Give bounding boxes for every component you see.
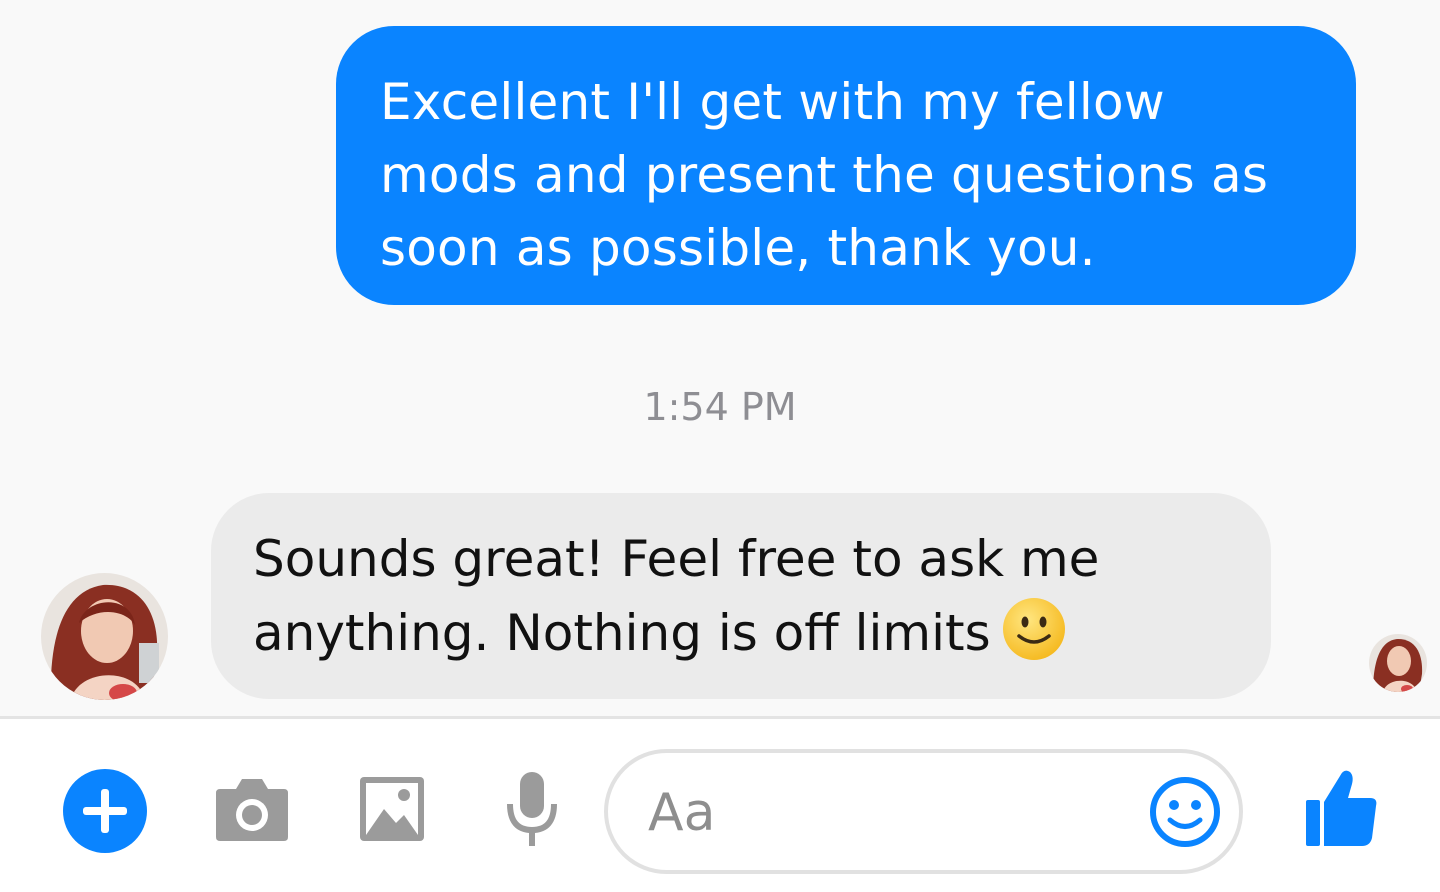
- microphone-icon[interactable]: [505, 770, 559, 848]
- camera-icon[interactable]: [214, 775, 290, 843]
- incoming-message-text: Sounds great! Feel free to ask me anythi…: [253, 530, 1100, 662]
- outgoing-message-text: Excellent I'll get with my fellow mods a…: [380, 73, 1269, 277]
- emoji-icon[interactable]: [1148, 775, 1222, 849]
- messenger-screen: Excellent I'll get with my fellow mods a…: [0, 0, 1440, 892]
- incoming-message-bubble[interactable]: Sounds great! Feel free to ask me anythi…: [211, 493, 1271, 699]
- message-timestamp: 1:54 PM: [643, 385, 797, 429]
- message-input[interactable]: Aa: [604, 749, 1243, 874]
- avatar-photo: [41, 573, 168, 700]
- read-receipt-avatar: [1369, 634, 1427, 692]
- read-receipt-photo: [1369, 634, 1427, 692]
- outgoing-message-bubble[interactable]: Excellent I'll get with my fellow mods a…: [336, 26, 1356, 305]
- image-icon[interactable]: [358, 775, 426, 843]
- plus-icon[interactable]: [63, 769, 147, 853]
- smiling-face-emoji-icon: [1001, 596, 1067, 662]
- thumbs-up-icon[interactable]: [1304, 766, 1378, 848]
- contact-avatar[interactable]: [41, 573, 168, 700]
- input-placeholder: Aa: [648, 783, 716, 843]
